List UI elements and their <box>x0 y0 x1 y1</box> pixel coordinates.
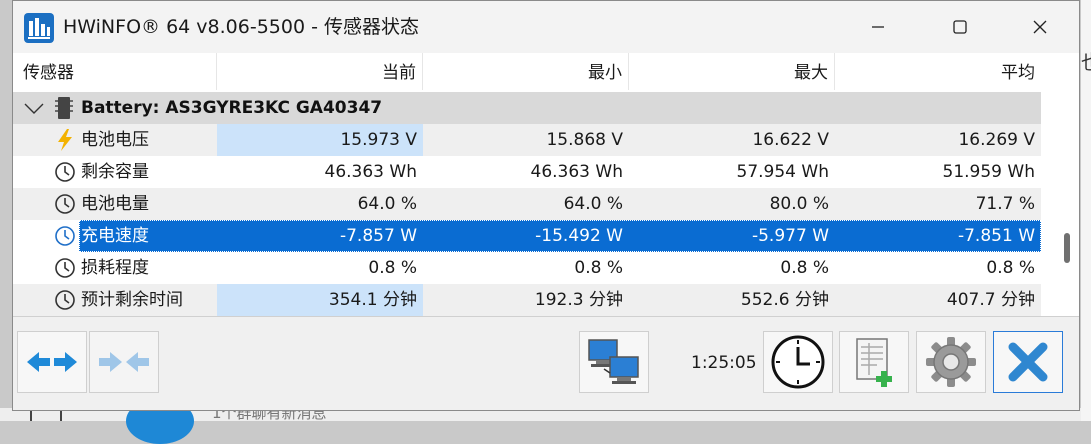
clock-icon <box>55 258 75 278</box>
sensor-group-battery[interactable]: Battery: AS3GYRE3KC GA40347 <box>13 92 1041 124</box>
sensor-name: 损耗程度 <box>81 258 149 278</box>
header-current[interactable]: 当前 <box>217 53 423 90</box>
maximize-icon <box>953 20 967 34</box>
table-header: 传感器 当前 最小 最大 平均 <box>13 53 1041 90</box>
network-computers-icon <box>588 339 639 384</box>
max-value: -5.977 W <box>751 226 829 246</box>
avg-value: 0.8 % <box>986 258 1035 278</box>
min-value: 64.0 % <box>563 194 623 214</box>
window-title: HWiNFO® 64 v8.06-5500 - 传感器状态 <box>63 16 419 38</box>
collapse-columns-button[interactable] <box>89 331 159 393</box>
clock-icon <box>55 162 75 182</box>
table-row[interactable]: 剩余容量 46.363 Wh 46.363 Wh 57.954 Wh 51.95… <box>13 156 1041 188</box>
min-value: 15.868 V <box>546 130 623 150</box>
avg-value: 407.7 分钟 <box>946 290 1035 310</box>
current-value: -7.857 W <box>339 226 417 246</box>
expand-columns-button[interactable] <box>17 331 87 393</box>
max-value: 57.954 Wh <box>736 162 829 182</box>
background-right-window: 也 <box>1081 0 1091 421</box>
minimize-button[interactable] <box>843 1 913 53</box>
reset-timer-button[interactable] <box>763 331 833 393</box>
avg-value: 71.7 % <box>975 194 1035 214</box>
bottom-toolbar: 1:25:05 <box>13 316 1079 410</box>
table-row-selected[interactable]: 充电速度 -7.857 W -15.492 W -5.977 W -7.851 … <box>13 220 1041 252</box>
avg-value: 51.959 Wh <box>942 162 1035 182</box>
scrollbar-thumb[interactable] <box>1064 233 1070 263</box>
sensor-name: 剩余容量 <box>81 162 149 182</box>
settings-button[interactable] <box>916 331 986 393</box>
close-window-button[interactable] <box>1005 1 1075 53</box>
table-row[interactable]: 损耗程度 0.8 % 0.8 % 0.8 % 0.8 % <box>13 252 1041 284</box>
clock-icon <box>771 335 825 389</box>
sensor-name: 充电速度 <box>81 226 149 246</box>
battery-chip-icon <box>55 97 73 119</box>
chevron-down-icon[interactable] <box>23 98 45 118</box>
vertical-scrollbar[interactable] <box>1057 53 1079 316</box>
gear-icon <box>926 337 976 387</box>
background-right-char: 也 <box>1081 46 1091 75</box>
max-value: 552.6 分钟 <box>740 290 829 310</box>
sensor-name: 电池电压 <box>81 130 149 150</box>
current-value: 354.1 分钟 <box>217 284 423 316</box>
header-avg[interactable]: 平均 <box>835 53 1041 90</box>
avg-value: 16.269 V <box>958 130 1035 150</box>
arrows-together-icon <box>99 352 149 372</box>
minimize-icon <box>872 26 884 28</box>
current-value: 64.0 % <box>357 194 417 214</box>
close-sensors-button[interactable] <box>993 331 1063 393</box>
elapsed-timer: 1:25:05 <box>691 353 757 373</box>
current-value: 46.363 Wh <box>324 162 417 182</box>
sensor-table[interactable]: 传感器 当前 最小 最大 平均 Battery: AS3GYRE3KC GA40… <box>13 53 1079 316</box>
current-value: 0.8 % <box>368 258 417 278</box>
min-value: -15.492 W <box>535 226 623 246</box>
max-value: 80.0 % <box>769 194 829 214</box>
max-value: 16.622 V <box>752 130 829 150</box>
header-sensor[interactable]: 传感器 <box>13 53 217 90</box>
sensor-name: 电池电量 <box>81 194 149 214</box>
hwinfo-window: HWiNFO® 64 v8.06-5500 - 传感器状态 传感器 当前 最小 … <box>12 0 1080 411</box>
max-value: 0.8 % <box>780 258 829 278</box>
current-value: 15.973 V <box>217 124 423 156</box>
logging-button[interactable] <box>839 331 909 393</box>
close-x-icon <box>1008 342 1048 382</box>
clock-icon <box>55 226 75 246</box>
min-value: 192.3 分钟 <box>534 290 623 310</box>
sensor-name: 预计剩余时间 <box>81 290 183 310</box>
clock-icon <box>55 290 75 310</box>
close-icon <box>1033 20 1047 34</box>
table-row[interactable]: 电池电量 64.0 % 64.0 % 80.0 % 71.7 % <box>13 188 1041 220</box>
arrows-apart-icon <box>27 352 77 372</box>
sensor-group-title: Battery: AS3GYRE3KC GA40347 <box>81 98 383 118</box>
table-row[interactable]: 电池电压 15.973 V 15.868 V 16.622 V 16.269 V <box>13 124 1041 156</box>
title-bar[interactable]: HWiNFO® 64 v8.06-5500 - 传感器状态 <box>13 1 1079 53</box>
table-row[interactable]: 预计剩余时间 354.1 分钟 192.3 分钟 552.6 分钟 407.7 … <box>13 284 1041 316</box>
lightning-icon <box>58 129 72 151</box>
hwinfo-app-icon <box>24 13 54 43</box>
header-max[interactable]: 最大 <box>629 53 835 90</box>
network-button[interactable] <box>579 331 649 393</box>
min-value: 0.8 % <box>574 258 623 278</box>
clock-icon <box>55 194 75 214</box>
min-value: 46.363 Wh <box>530 162 623 182</box>
header-min[interactable]: 最小 <box>423 53 629 90</box>
avg-value: -7.851 W <box>957 226 1035 246</box>
add-log-document-icon <box>856 338 892 387</box>
maximize-button[interactable] <box>925 1 995 53</box>
